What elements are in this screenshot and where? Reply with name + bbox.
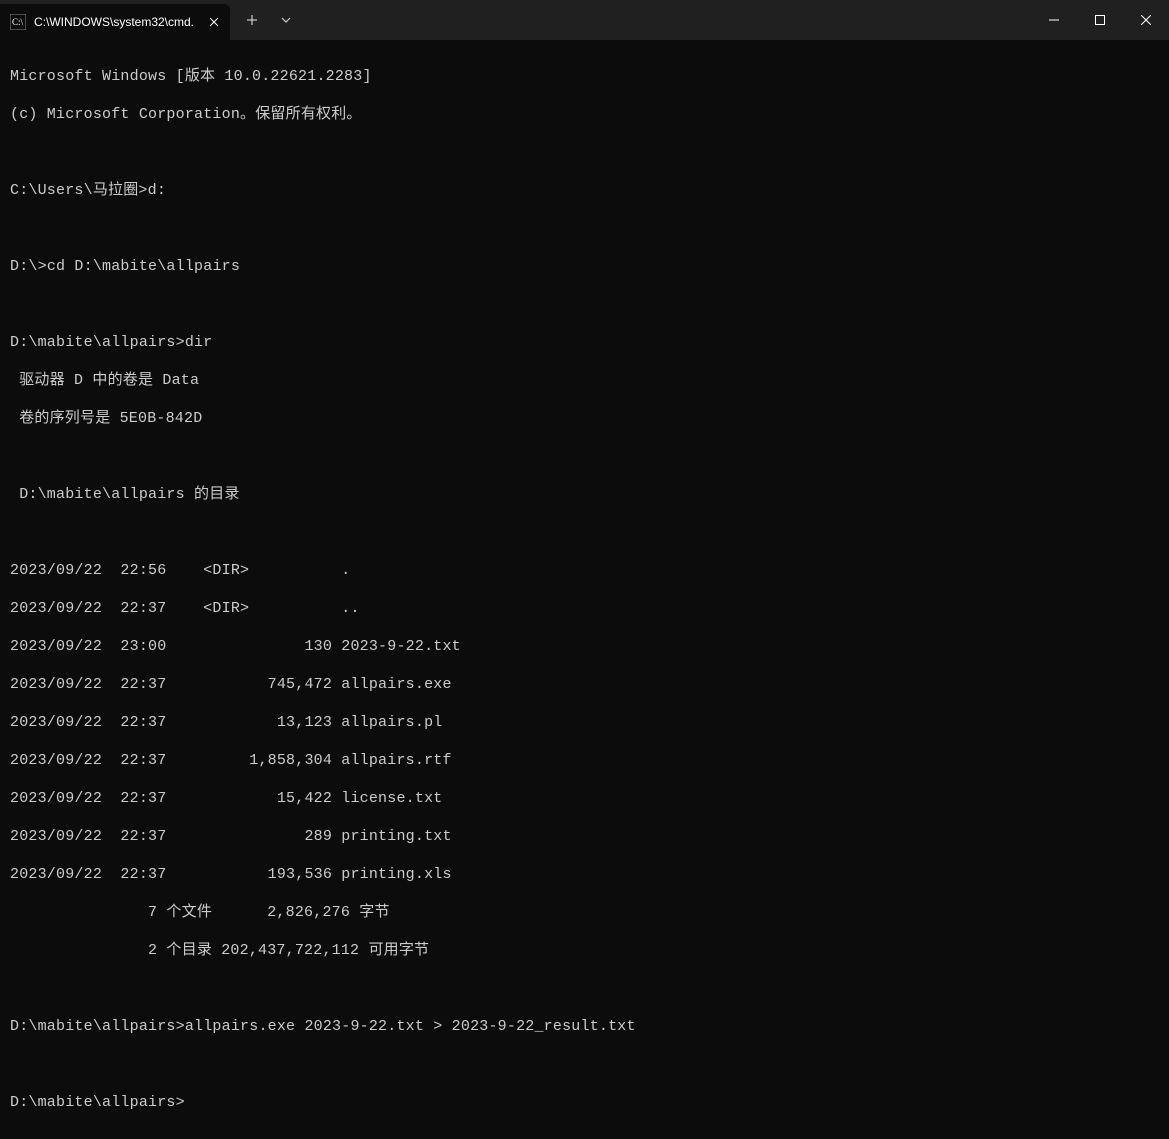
dir-of-line: D:\mabite\allpairs 的目录 <box>10 485 1159 504</box>
blank-line <box>10 1055 1159 1074</box>
dir-entry: 2023/09/22 23:00 130 2023-9-22.txt <box>10 637 1159 656</box>
tab-actions <box>230 0 300 40</box>
close-button[interactable] <box>1123 0 1169 40</box>
dir-entry: 2023/09/22 22:37 13,123 allpairs.pl <box>10 713 1159 732</box>
dir-drive-line: 驱动器 D 中的卷是 Data <box>10 371 1159 390</box>
command: allpairs.exe 2023-9-22.txt > 2023-9-22_r… <box>185 1018 636 1035</box>
command-line: D:\mabite\allpairs>dir <box>10 333 1159 352</box>
dir-entry: 2023/09/22 22:37 15,422 license.txt <box>10 789 1159 808</box>
header-line: Microsoft Windows [版本 10.0.22621.2283] <box>10 67 1159 86</box>
dir-entry: 2023/09/22 22:37 289 printing.txt <box>10 827 1159 846</box>
blank-line <box>10 979 1159 998</box>
blank-line <box>10 143 1159 162</box>
active-tab[interactable]: C:\ C:\WINDOWS\system32\cmd. <box>0 4 230 40</box>
titlebar-drag-region[interactable] <box>300 0 1031 40</box>
command-line: D:\mabite\allpairs>allpairs.exe 2023-9-2… <box>10 1017 1159 1036</box>
dir-entry: 2023/09/22 22:37 745,472 allpairs.exe <box>10 675 1159 694</box>
tab-close-button[interactable] <box>206 14 222 30</box>
dir-summary-files: 7 个文件 2,826,276 字节 <box>10 903 1159 922</box>
prompt: D:\> <box>10 258 47 275</box>
titlebar: C:\ C:\WINDOWS\system32\cmd. <box>0 0 1169 40</box>
dir-entry: 2023/09/22 22:56 <DIR> . <box>10 561 1159 580</box>
command: dir <box>185 334 213 351</box>
command-line: D:\mabite\allpairs> <box>10 1093 1159 1112</box>
dir-entry: 2023/09/22 22:37 <DIR> .. <box>10 599 1159 618</box>
minimize-button[interactable] <box>1031 0 1077 40</box>
terminal-output[interactable]: Microsoft Windows [版本 10.0.22621.2283] (… <box>0 40 1169 1139</box>
tab-dropdown-button[interactable] <box>272 6 300 34</box>
command-line: D:\>cd D:\mabite\allpairs <box>10 257 1159 276</box>
dir-entry: 2023/09/22 22:37 193,536 printing.xls <box>10 865 1159 884</box>
blank-line <box>10 295 1159 314</box>
window-controls <box>1031 0 1169 40</box>
blank-line <box>10 523 1159 542</box>
dir-serial-line: 卷的序列号是 5E0B-842D <box>10 409 1159 428</box>
prompt: D:\mabite\allpairs> <box>10 1094 185 1111</box>
blank-line <box>10 447 1159 466</box>
command: d: <box>148 182 166 199</box>
prompt: D:\mabite\allpairs> <box>10 1018 185 1035</box>
blank-line <box>10 219 1159 238</box>
dir-entry: 2023/09/22 22:37 1,858,304 allpairs.rtf <box>10 751 1159 770</box>
dir-summary-dirs: 2 个目录 202,437,722,112 可用字节 <box>10 941 1159 960</box>
command-line: C:\Users\马拉圈>d: <box>10 181 1159 200</box>
new-tab-button[interactable] <box>238 6 266 34</box>
svg-text:C:\: C:\ <box>12 17 24 27</box>
header-line: (c) Microsoft Corporation。保留所有权利。 <box>10 105 1159 124</box>
cmd-icon: C:\ <box>10 14 26 30</box>
prompt: D:\mabite\allpairs> <box>10 334 185 351</box>
maximize-button[interactable] <box>1077 0 1123 40</box>
tab-title: C:\WINDOWS\system32\cmd. <box>34 15 198 29</box>
prompt: C:\Users\马拉圈> <box>10 182 148 199</box>
command: cd D:\mabite\allpairs <box>47 258 240 275</box>
